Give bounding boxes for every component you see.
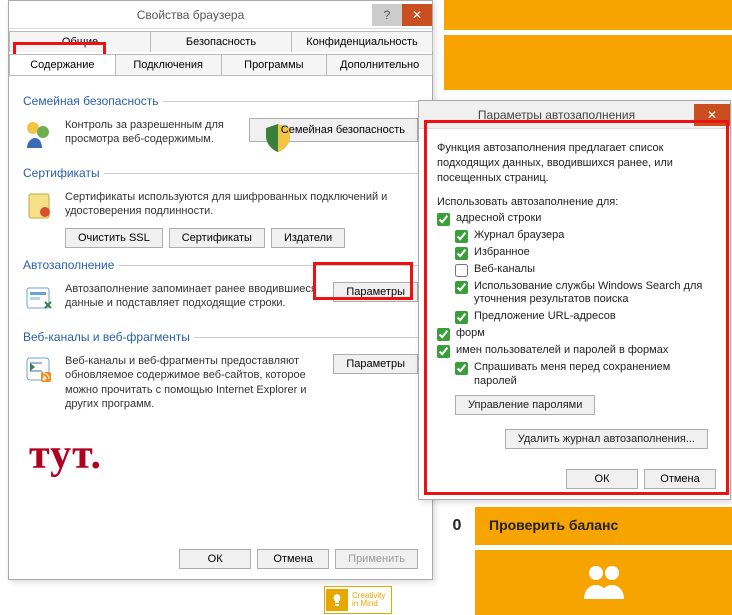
family-shield-icon <box>23 118 57 152</box>
cb-userpass[interactable] <box>437 345 450 358</box>
dialog-body: Семейная безопасность Контроль за разреш… <box>9 76 432 427</box>
bg-rightpanel <box>444 35 732 90</box>
legend-auto: Автозаполнение <box>23 258 118 272</box>
cb-url-label: Предложение URL-адресов <box>474 310 616 324</box>
section-feeds: Веб-каналы и веб-фрагменты Веб-каналы и … <box>23 330 418 415</box>
sec-close-button[interactable]: ✕ <box>694 104 730 126</box>
tab-privacy[interactable]: Конфиденциальность <box>291 31 433 52</box>
close-button[interactable]: ✕ <box>402 4 432 26</box>
tab-connections[interactable]: Подключения <box>115 54 222 75</box>
tab-advanced[interactable]: Дополнительно <box>326 54 433 75</box>
legend-family: Семейная безопасность <box>23 94 163 108</box>
cb-fav-label: Избранное <box>474 246 530 260</box>
feed-text: Веб-каналы и веб-фрагменты предоставляют… <box>65 354 325 411</box>
feed-icon <box>23 354 57 388</box>
tab-general[interactable]: Общие <box>9 31 151 52</box>
dialog-footer: ОК Отмена Применить <box>179 549 418 569</box>
feed-params-button[interactable]: Параметры <box>333 354 418 374</box>
legend-cert: Сертификаты <box>23 166 104 180</box>
cb-winsearch-label: Использование службы Windows Search для … <box>474 280 712 308</box>
cb-winsearch[interactable] <box>455 281 468 294</box>
auto-text: Автозаполнение запоминает ранее вводивши… <box>65 282 325 311</box>
cb-form-label: форм <box>456 327 485 341</box>
sec-usefor-label: Использовать автозаполнение для: <box>437 196 712 208</box>
family-safety-button[interactable]: Семейная безопасность <box>249 118 418 142</box>
section-family: Семейная безопасность Контроль за разреш… <box>23 94 418 156</box>
sec-dialog-title: Параметры автозаполнения <box>419 108 694 122</box>
browser-properties-dialog: Свойства браузера ? ✕ Общие Безопасность… <box>8 0 433 580</box>
sec-titlebar: Параметры автозаполнения ✕ <box>419 101 730 129</box>
bg-topbar <box>444 0 732 30</box>
cert-text: Сертификаты используются для шифрованных… <box>65 190 418 219</box>
cb-asksave[interactable] <box>455 362 468 375</box>
dialog-title: Свойства браузера <box>9 8 372 22</box>
watermark-text: тут. <box>29 431 102 479</box>
balance-number: 0 <box>444 507 470 545</box>
balance-button[interactable]: Проверить баланс <box>475 507 732 545</box>
cb-feeds[interactable] <box>455 264 468 277</box>
cb-history[interactable] <box>455 230 468 243</box>
cancel-button[interactable]: Отмена <box>257 549 329 569</box>
publishers-button[interactable]: Издатели <box>271 228 345 248</box>
cb-form[interactable] <box>437 328 450 341</box>
cb-history-label: Журнал браузера <box>474 229 564 243</box>
manage-passwords-button[interactable]: Управление паролями <box>455 395 595 415</box>
family-safety-button-label: Семейная безопасность <box>281 124 405 136</box>
sec-intro: Функция автозаполнения предлагает список… <box>437 141 712 186</box>
cb-url[interactable] <box>455 311 468 324</box>
tab-security[interactable]: Безопасность <box>150 31 292 52</box>
legend-feed: Веб-каналы и веб-фрагменты <box>23 330 194 344</box>
sec-cancel-button[interactable]: Отмена <box>644 469 716 489</box>
titlebar: Свойства браузера ? ✕ <box>9 1 432 29</box>
clear-ssl-button[interactable]: Очистить SSL <box>65 228 163 248</box>
help-button[interactable]: ? <box>372 4 402 26</box>
tab-programs[interactable]: Программы <box>221 54 328 75</box>
cb-address-label: адресной строки <box>456 212 541 226</box>
autocomplete-params-button[interactable]: Параметры <box>333 282 418 302</box>
delete-autocomplete-history-button[interactable]: Удалить журнал автозаполнения... <box>505 429 708 449</box>
autocomplete-settings-dialog: Параметры автозаполнения ✕ Функция автоз… <box>418 100 731 500</box>
cb-feeds-label: Веб-каналы <box>474 263 535 277</box>
family-text: Контроль за разрешенным для просмотра ве… <box>65 118 241 147</box>
cb-userpass-label: имен пользователей и паролей в формах <box>456 344 668 358</box>
people-icon <box>580 563 628 602</box>
lightbulb-icon <box>326 589 348 611</box>
sec-footer: ОК Отмена <box>566 469 716 489</box>
logo-line2: in Mind <box>352 600 385 608</box>
ok-button[interactable]: ОК <box>179 549 251 569</box>
tab-content[interactable]: Содержание <box>9 54 116 75</box>
section-autocomplete: Автозаполнение Автозаполнение запоминает… <box>23 258 418 320</box>
tabs: Общие Безопасность Конфиденциальность Со… <box>9 29 432 76</box>
certificate-icon <box>23 190 57 224</box>
sec-body: Функция автозаполнения предлагает список… <box>419 129 730 461</box>
apply-button[interactable]: Применить <box>335 549 418 569</box>
cb-fav[interactable] <box>455 247 468 260</box>
cb-asksave-label: Спрашивать меня перед сохранением пароле… <box>474 361 712 389</box>
sec-ok-button[interactable]: ОК <box>566 469 638 489</box>
bg-lower-tile[interactable] <box>475 550 732 615</box>
certificates-button[interactable]: Сертификаты <box>169 228 265 248</box>
shield-icon <box>262 122 278 138</box>
cb-address[interactable] <box>437 213 450 226</box>
autocomplete-icon <box>23 282 57 316</box>
section-certificates: Сертификаты Сертификаты используются для… <box>23 166 418 248</box>
footer-logo: Creativity in Mind <box>324 586 392 614</box>
